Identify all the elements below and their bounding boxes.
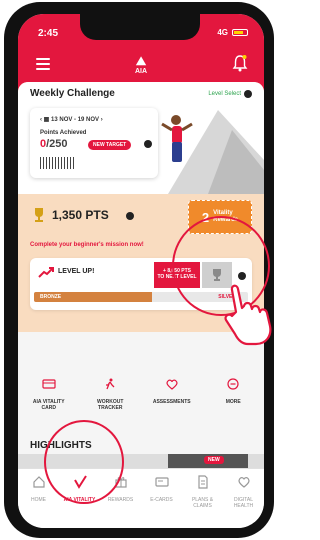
new-badge: NEW xyxy=(204,456,224,464)
quick-action-label: MORE xyxy=(225,399,241,405)
running-icon xyxy=(106,378,115,390)
device-notch xyxy=(80,14,200,40)
mission-prompt[interactable]: Complete your beginner's mission now! xyxy=(30,242,144,248)
nav-label: HOME xyxy=(31,497,46,503)
week-range[interactable]: ‹ ▦ 13 NOV - 19 NOV › xyxy=(40,116,103,123)
heart-icon xyxy=(237,477,250,488)
signal-label: 4G xyxy=(217,28,228,37)
pointing-hand-icon xyxy=(224,284,272,346)
mountain-illustration xyxy=(161,110,264,194)
ecard-icon xyxy=(154,477,169,487)
calendar-icon: ▦ xyxy=(43,117,52,123)
status-time: 2:45 xyxy=(38,28,59,39)
logo-text: AIA xyxy=(134,68,148,75)
status-icons: 4G xyxy=(217,28,248,37)
card-icon xyxy=(42,379,56,389)
hamburger-icon[interactable] xyxy=(36,58,50,73)
chevron-right-icon[interactable]: › xyxy=(101,117,103,123)
battery-icon xyxy=(232,29,248,36)
progress-bars-icon xyxy=(40,156,80,169)
trend-up-icon xyxy=(38,267,54,278)
points-target: /250 xyxy=(46,138,68,150)
points-achieved-label: Points Achieved xyxy=(40,130,87,136)
nav-label: E-CARDS xyxy=(150,497,173,503)
info-icon[interactable] xyxy=(126,212,134,220)
challenge-card-top: Weekly Challenge Level Select ‹ ▦ 13 NOV… xyxy=(18,82,264,194)
quick-action-workout-tracker[interactable]: WORKOUT TRACKER xyxy=(82,378,138,418)
nav-label: DIGITAL HEALTH xyxy=(233,497,254,509)
quick-actions: AIA VITALITY CARD WORKOUT TRACKER ASSESSME… xyxy=(18,378,264,418)
quick-action-label: ASSESSMENTS xyxy=(152,399,191,405)
nav-digital-health[interactable]: DIGITAL HEALTH xyxy=(226,475,262,528)
total-points: 1,350 PTS xyxy=(52,208,109,222)
quick-action-label: WORKOUT TRACKER xyxy=(97,399,124,411)
nav-label: PLANS & CLAIMS xyxy=(191,497,214,509)
nav-e-cards[interactable]: E-CARDS xyxy=(144,475,180,528)
points-achieved-value: 0/250 xyxy=(40,138,68,150)
nav-plans-claims[interactable]: PLANS & CLAIMS xyxy=(185,475,221,528)
quick-action-assessments[interactable]: ASSESSMENTS xyxy=(144,378,200,418)
quick-action-more[interactable]: MORE xyxy=(205,378,261,418)
weekly-challenge-title: Weekly Challenge xyxy=(30,88,115,99)
trophy-icon xyxy=(35,208,43,222)
logo-icon: ⛰ xyxy=(135,54,147,68)
home-icon xyxy=(32,476,45,488)
assessment-icon xyxy=(166,379,178,390)
bell-icon[interactable] xyxy=(232,54,248,72)
week-range-text: 13 NOV - 19 NOV xyxy=(51,117,100,123)
week-box: ‹ ▦ 13 NOV - 19 NOV › Points Achieved 0/… xyxy=(30,108,158,178)
level-up-title: LEVEL UP! xyxy=(58,268,95,275)
document-icon xyxy=(197,475,208,489)
current-level-label: BRONZE xyxy=(40,294,62,300)
quick-action-label: AIA VITALITY CARD xyxy=(32,399,65,411)
aia-logo: ⛰ AIA xyxy=(126,54,156,76)
new-target-badge[interactable]: NEW TARGET xyxy=(88,140,132,150)
nav-label: REWARDS xyxy=(107,497,134,503)
more-icon xyxy=(227,378,239,390)
quick-action-vitality-card[interactable]: AIA VITALITY CARD xyxy=(21,378,77,418)
highlight-ring-vitality-tab xyxy=(44,420,124,504)
